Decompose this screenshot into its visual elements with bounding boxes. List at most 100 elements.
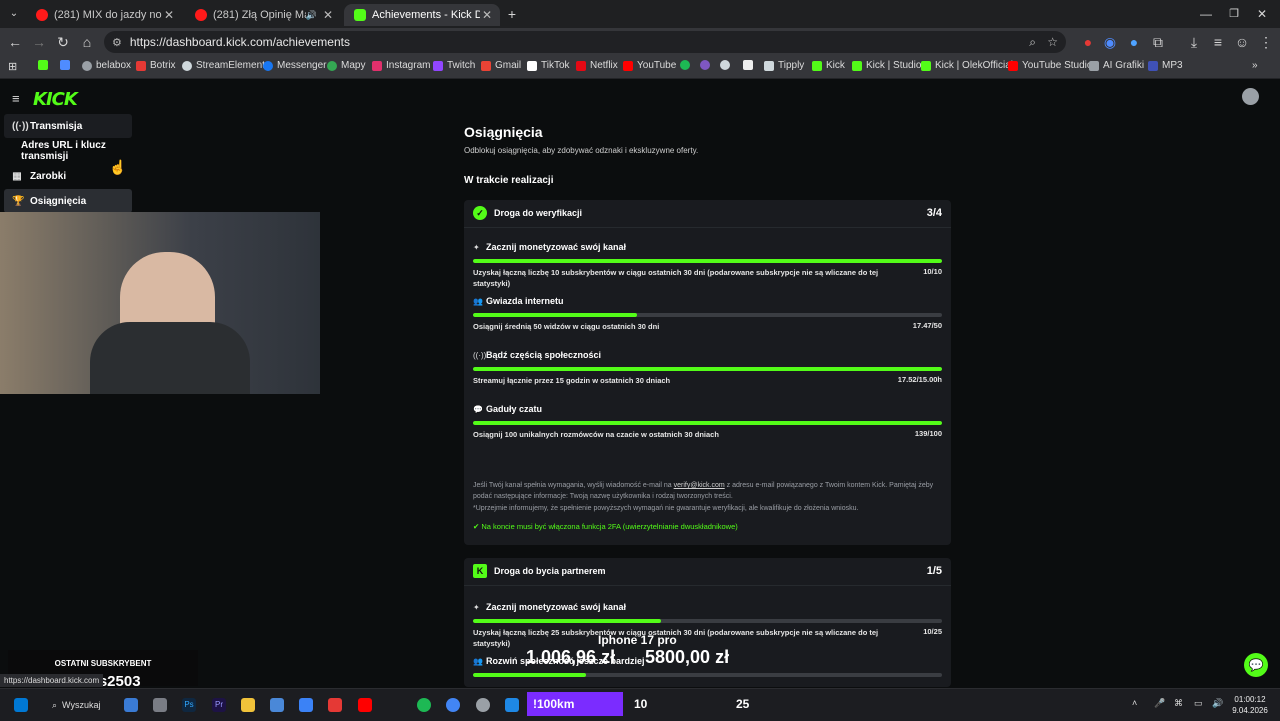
network-icon[interactable]: ⌘ [1174, 698, 1183, 709]
calculator-icon[interactable] [270, 698, 284, 712]
bookmark-label: belabox [96, 60, 132, 71]
bookmark-star-icon[interactable]: ☆ [1047, 35, 1058, 49]
verify-email-link[interactable]: verify@kick.com [674, 482, 725, 489]
bookmark-spotify[interactable] [680, 60, 694, 70]
bookmark-ext-b[interactable] [720, 60, 734, 70]
bookmark-youtube[interactable]: YouTube [623, 60, 676, 71]
site-info-icon[interactable]: ⚙ [112, 36, 122, 49]
tab-youtube-mix[interactable]: (281) MIX do jazdy nocą w stylu ✕ [26, 4, 182, 26]
premiere-icon[interactable]: Pr [212, 698, 226, 712]
zoom-icon[interactable]: ⌕ [1029, 35, 1036, 50]
streamdeck-icon[interactable] [328, 698, 342, 712]
extension-blue-icon[interactable]: ● [1126, 34, 1142, 50]
home-icon[interactable]: ⌂ [79, 34, 95, 50]
bookmark-ai-grafiki[interactable]: AI Grafiki [1089, 60, 1144, 71]
task-view-icon[interactable] [124, 698, 138, 712]
bookmark-instagram[interactable]: Instagram [372, 60, 430, 71]
chrome-icon[interactable] [446, 698, 460, 712]
file-explorer-icon[interactable] [241, 698, 255, 712]
new-tab-button[interactable]: + [504, 6, 520, 22]
extension-red-icon[interactable]: ● [1080, 34, 1096, 50]
bookmark-botrix[interactable]: Botrix [136, 60, 176, 71]
app-window-icon[interactable] [505, 698, 519, 712]
maximize-icon[interactable]: ❐ [1226, 6, 1242, 22]
extensions-puzzle-icon[interactable]: ⧉ [1150, 34, 1166, 50]
bookmark-messenger[interactable]: Messenger [263, 60, 326, 71]
menu-dots-icon[interactable]: ⋮ [1258, 34, 1274, 50]
sidebar-item-transmisja[interactable]: ((·)) Transmisja [4, 114, 132, 138]
microphone-icon[interactable]: 🎤 [1154, 698, 1165, 709]
close-tab-icon[interactable]: ✕ [162, 8, 176, 22]
earnings-icon: ▦ [12, 170, 22, 182]
bookmark-netflix[interactable]: Netflix [576, 60, 618, 71]
profile-icon[interactable]: ☺ [1234, 34, 1250, 50]
youtube-app-icon[interactable] [358, 698, 372, 712]
extension-audio-icon[interactable]: ◉ [1102, 34, 1118, 50]
windows-start-icon[interactable] [14, 698, 28, 712]
address-bar[interactable]: ⚙ https://dashboard.kick.com/achievement… [104, 31, 1066, 53]
bookmark-mapy[interactable]: Mapy [327, 60, 365, 71]
bookmark-gmail[interactable]: Gmail [481, 60, 521, 71]
progress-fill [473, 619, 661, 623]
taskbar-search[interactable]: ⌕ Wyszukaj [44, 696, 114, 714]
tray-overflow-icon[interactable]: ˄ [1132, 698, 1137, 708]
volume-icon[interactable]: 🔊 [1212, 698, 1223, 709]
bookmark-label: Kick | OlekOfficial [935, 60, 1013, 71]
url-text: https://dashboard.kick.com/achievements [129, 35, 350, 49]
achievement-title: Bądź częścią społeczności [486, 350, 602, 360]
tab-kick-achievements[interactable]: Achievements - Kick Dashboard ✕ [344, 4, 500, 26]
sidebar-item-osiagniecia[interactable]: 🏆 Osiągnięcia [4, 189, 132, 213]
bookmark-ext-a[interactable] [700, 60, 714, 70]
bookmark-tiktok[interactable]: TikTok [527, 60, 570, 71]
bookmark-kick-olek[interactable]: Kick | OlekOfficial [921, 60, 1013, 71]
bookmark-label: MP3 [1162, 60, 1183, 71]
kick-logo[interactable]: KICK [33, 89, 78, 110]
minimize-icon[interactable]: — [1198, 6, 1214, 22]
apps-grid-icon[interactable]: ⊞ [8, 60, 17, 73]
reload-icon[interactable]: ↻ [55, 34, 71, 50]
obs-icon[interactable] [476, 698, 490, 712]
photoshop-icon[interactable]: Ps [182, 698, 196, 712]
search-icon: ⌕ [52, 699, 58, 710]
bookmark-kick[interactable]: Kick [812, 60, 845, 71]
tab-youtube-opinia[interactable]: (281) Złą Opinię Mam - You 🔊 ✕ [185, 4, 341, 26]
chat-support-icon[interactable]: 💬 [1244, 653, 1268, 677]
bookmark-kick-studio[interactable]: Kick | Studio [852, 60, 921, 71]
card-progress: 3/4 [926, 207, 942, 219]
clock[interactable]: 01:00:12 9.04.2026 [1232, 694, 1268, 716]
download-icon[interactable]: ⤓ [1186, 34, 1202, 50]
bookmark-pencil-icon[interactable] [60, 60, 74, 70]
ethernet-icon[interactable]: ▭ [1194, 698, 1203, 709]
close-window-icon[interactable]: ✕ [1254, 6, 1270, 22]
verification-note: Jeśli Twój kanał spełnia wymagania, wyśl… [473, 480, 943, 502]
bookmark-twitch[interactable]: Twitch [433, 60, 475, 71]
bookmark-x[interactable] [743, 60, 757, 70]
bookmark-youtube-studio[interactable]: YouTube Studio [1008, 60, 1092, 71]
achievement-desc: Osiągnij średnią 50 widzów w ciągu ostat… [473, 322, 660, 331]
verification-card-header[interactable]: ✓ Droga do weryfikacji 3/4 [464, 200, 951, 228]
reading-list-icon[interactable]: ≡ [1210, 34, 1226, 50]
notepad-icon[interactable] [299, 698, 313, 712]
users-icon: 👥 [473, 657, 483, 666]
tab-search-chevron-icon[interactable]: ⌄ [6, 6, 22, 22]
spotify-icon[interactable] [417, 698, 431, 712]
globe-icon [82, 60, 92, 71]
clock-time: 01:00:12 [1234, 695, 1266, 704]
close-tab-icon[interactable]: ✕ [321, 8, 335, 22]
youtube-icon [195, 9, 207, 21]
bookmark-kick-icon[interactable] [38, 60, 52, 70]
hamburger-menu-icon[interactable]: ≡ [12, 91, 20, 106]
bookmark-belabox[interactable]: belabox [82, 60, 131, 71]
back-icon[interactable]: ← [7, 34, 23, 50]
close-tab-icon[interactable]: ✕ [480, 8, 494, 22]
forward-icon[interactable]: → [31, 34, 47, 50]
files-icon[interactable] [153, 698, 167, 712]
speaker-icon[interactable]: 🔊 [306, 10, 317, 21]
avatar[interactable] [1242, 88, 1259, 105]
bookmarks-overflow-icon[interactable]: » [1252, 60, 1258, 71]
partner-card-header[interactable]: K Droga do bycia partnerem 1/5 [464, 558, 951, 586]
bookmark-mp3[interactable]: MP3 [1148, 60, 1183, 71]
km-counter-widget: !100km [527, 692, 623, 716]
bookmark-tipply[interactable]: Tipply [764, 60, 804, 71]
bookmark-streamelements[interactable]: StreamElements [182, 60, 270, 71]
